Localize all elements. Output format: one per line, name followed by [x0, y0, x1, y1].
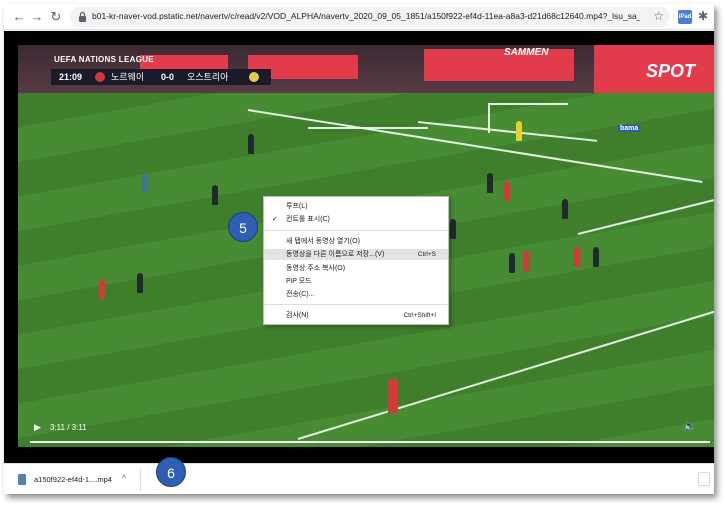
- browser-window: ← → ↻ b01-kr-naver-vod.pstatic.net/naver…: [4, 4, 714, 494]
- menu-item-label: 컨트롤 표시(C): [286, 216, 330, 223]
- lock-icon: [79, 11, 86, 22]
- home-team: 노르웨이: [111, 72, 145, 82]
- player: [593, 247, 599, 267]
- player: [99, 279, 105, 299]
- bookmark-star-icon[interactable]: ☆: [653, 9, 664, 23]
- player: [523, 251, 529, 271]
- video-controls: ▶ 3:11 / 3:11 🔈: [18, 419, 714, 449]
- ad-sammen-text: SAMMEN: [504, 47, 549, 58]
- back-icon[interactable]: ←: [10, 8, 28, 26]
- extensions-puzzle-icon[interactable]: ✱: [696, 9, 710, 23]
- menu-separator: [264, 304, 448, 305]
- shelf-divider: [140, 469, 141, 491]
- address-bar[interactable]: b01-kr-naver-vod.pstatic.net/navertv/c/r…: [70, 7, 670, 27]
- video-player[interactable]: SAMMEN SPOT bama UEFA NATIONS LEAGUE 21:…: [4, 31, 714, 463]
- player: [574, 247, 580, 267]
- menu-item-loop[interactable]: 루프(L): [264, 201, 448, 212]
- file-icon: [18, 474, 26, 485]
- away-team: 오스트리아: [187, 72, 229, 82]
- progress-bar[interactable]: [30, 441, 710, 443]
- player: [248, 134, 254, 154]
- time-display: 3:11 / 3:11: [50, 423, 87, 432]
- menu-item-save-video-as[interactable]: 동영상을 다른 이름으로 저장...(V) Ctrl+S: [264, 249, 448, 260]
- menu-item-label: PiP 모드: [286, 278, 312, 285]
- menu-item-label: 검사(N): [286, 312, 309, 319]
- menu-item-inspect[interactable]: 검사(N) Ctrl+Shift+I: [264, 310, 448, 321]
- player: [450, 219, 456, 239]
- goal-post: [488, 103, 490, 133]
- player: [562, 199, 568, 219]
- pitch-line: [247, 109, 703, 183]
- menu-item-shortcut: Ctrl+Shift+I: [403, 312, 436, 319]
- ipad-extension-icon[interactable]: iPad: [678, 10, 692, 24]
- menu-item-show-controls[interactable]: ✓ 컨트롤 표시(C): [264, 214, 448, 225]
- ad-bama-text: bama: [618, 125, 641, 132]
- menu-item-label: 새 탭에서 동영상 열기(O): [286, 238, 360, 245]
- screenshot-frame: ← → ↻ b01-kr-naver-vod.pstatic.net/naver…: [0, 0, 725, 512]
- menu-item-label: 전송(C)...: [286, 291, 315, 298]
- download-shelf: a150f922-ef4d-1....mp4 ^: [4, 463, 714, 494]
- referee: [142, 173, 148, 193]
- player: [504, 181, 510, 201]
- player: [509, 253, 515, 273]
- browser-toolbar: ← → ↻ b01-kr-naver-vod.pstatic.net/naver…: [4, 4, 714, 30]
- goal-crossbar: [488, 103, 568, 105]
- menu-separator: [264, 230, 448, 231]
- play-icon[interactable]: ▶: [34, 422, 41, 433]
- step-badge-6: 6: [156, 457, 186, 487]
- competition-title: UEFA NATIONS LEAGUE: [54, 55, 154, 64]
- ad-spot-text: SPOT: [646, 61, 696, 81]
- pitch-line: [417, 121, 598, 142]
- forward-icon[interactable]: →: [28, 8, 46, 26]
- player: [137, 273, 143, 293]
- checkmark-icon: ✓: [272, 216, 278, 223]
- chevron-up-icon[interactable]: ^: [122, 473, 126, 483]
- context-menu: 루프(L) ✓ 컨트롤 표시(C) 새 탭에서 동영상 열기(O) 동영상을 다…: [263, 196, 449, 325]
- download-file-name[interactable]: a150f922-ef4d-1....mp4: [34, 475, 112, 484]
- show-all-downloads-icon[interactable]: [698, 472, 710, 486]
- step-badge-5: 5: [228, 212, 258, 242]
- scoreboard: 21:09 노르웨이 0-0 오스트리아: [51, 69, 271, 85]
- throw-in-player: [388, 379, 398, 413]
- player: [487, 173, 493, 193]
- goalkeeper: [516, 121, 522, 141]
- menu-item-label: 동영상 주소 복사(O): [286, 265, 346, 272]
- pitch-line: [577, 199, 714, 235]
- norway-flag-icon: [95, 72, 105, 82]
- reload-icon[interactable]: ↻: [47, 8, 65, 26]
- menu-item-label: 동영상을 다른 이름으로 저장...(V): [286, 251, 385, 258]
- pitch-line: [308, 127, 428, 129]
- volume-icon[interactable]: 🔈: [684, 421, 696, 432]
- match-score: 0-0: [161, 72, 175, 82]
- menu-item-cast[interactable]: 전송(C)...: [264, 289, 448, 300]
- match-clock: 21:09: [59, 72, 83, 82]
- menu-item-shortcut: Ctrl+S: [417, 251, 436, 258]
- ad-banner: [424, 49, 574, 81]
- menu-item-label: 루프(L): [286, 203, 308, 210]
- austria-crest-icon: [249, 72, 259, 82]
- menu-item-pip[interactable]: PiP 모드: [264, 276, 448, 287]
- player: [212, 185, 218, 205]
- menu-item-open-in-new-tab[interactable]: 새 탭에서 동영상 열기(O): [264, 236, 448, 247]
- menu-item-copy-video-address[interactable]: 동영상 주소 복사(O): [264, 263, 448, 274]
- url-text: b01-kr-naver-vod.pstatic.net/navertv/c/r…: [92, 11, 640, 21]
